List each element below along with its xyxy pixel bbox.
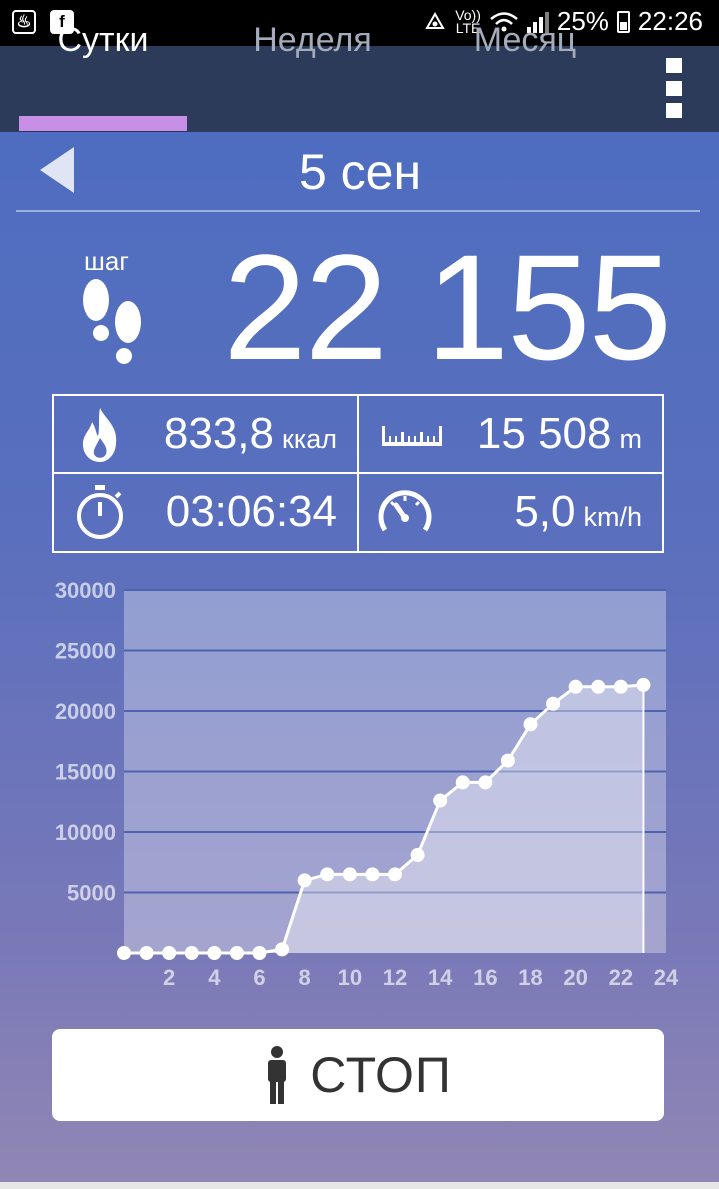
speed-unit: km/h: [583, 502, 642, 532]
distance-value: 15 508: [476, 409, 612, 458]
stop-button[interactable]: СТОП: [52, 1029, 664, 1121]
flame-icon: [82, 408, 117, 462]
x-tick-label: 16: [473, 965, 497, 990]
overflow-menu-icon[interactable]: [660, 58, 688, 118]
data-point: [297, 873, 312, 888]
footprints-icon: [83, 279, 141, 364]
tab-month[interactable]: Месяц: [450, 0, 600, 86]
x-tick-label: 10: [338, 965, 362, 990]
speed-value: 5,0: [514, 487, 576, 536]
stats-grid: 833,8 ккал 15 508 m 03:06:34 5,0 km/h: [52, 394, 664, 553]
distance-unit: m: [619, 424, 643, 454]
ruler-icon: [382, 426, 442, 446]
stop-button-label: СТОП: [310, 1047, 452, 1103]
data-point: [207, 946, 222, 960]
hourly-steps-chart: 500010000150002000025000300002 4 6 8 10 12 14 1…: [55, 578, 679, 990]
calories-unit: ккал: [282, 424, 337, 454]
data-point: [433, 793, 448, 808]
data-point: [162, 946, 177, 960]
y-tick-label: 10000: [55, 820, 116, 845]
data-point: [613, 679, 628, 694]
data-point: [229, 946, 244, 960]
calories-cell: 833,8 ккал: [54, 396, 357, 472]
clock: 22:26: [637, 6, 703, 36]
data-point: [546, 696, 561, 711]
data-saver-icon: [425, 11, 445, 29]
divider: [16, 210, 700, 212]
data-point: [523, 717, 538, 732]
duration-value: 03:06:34: [165, 487, 337, 536]
data-point: [500, 753, 515, 768]
data-point: [342, 867, 357, 882]
x-tick-label: 22: [609, 965, 633, 990]
y-tick-label: 5000: [67, 881, 116, 906]
y-tick-label: 20000: [55, 699, 116, 724]
date-title: 5 сен: [298, 144, 422, 200]
x-tick-label: 4: [208, 965, 221, 990]
x-tick-label: 20: [563, 965, 587, 990]
speedometer-icon: [378, 490, 432, 532]
x-tick-label: 24: [654, 965, 679, 990]
distance-cell: 15 508 m: [359, 396, 662, 472]
previous-day-icon[interactable]: [38, 145, 78, 195]
battery-icon: [616, 10, 630, 33]
x-tick-label: 2: [163, 965, 175, 990]
data-point: [388, 867, 402, 882]
data-point: [252, 946, 267, 960]
x-tick-label: 8: [299, 965, 311, 990]
speed-cell: 5,0 km/h: [359, 474, 662, 550]
tab-day[interactable]: Сутки: [19, 0, 187, 86]
data-point: [139, 946, 154, 960]
x-tick-label: 12: [383, 965, 407, 990]
tab-week[interactable]: Неделя: [225, 0, 400, 86]
person-icon: [268, 1046, 287, 1104]
x-tick-label: 14: [428, 965, 453, 990]
stopwatch-icon: [77, 485, 123, 539]
data-point: [455, 775, 470, 790]
y-tick-label: 25000: [55, 639, 116, 664]
data-point: [478, 775, 493, 790]
y-tick-label: 30000: [55, 578, 116, 603]
data-point: [410, 847, 425, 862]
data-point: [365, 867, 380, 882]
duration-cell: 03:06:34: [54, 474, 357, 550]
data-point: [636, 677, 651, 692]
x-tick-label: 6: [253, 965, 265, 990]
ad-strip: [0, 1182, 719, 1189]
data-point: [117, 946, 131, 960]
data-point: [320, 867, 335, 882]
step-count: 22 155: [223, 223, 672, 391]
y-tick-label: 15000: [55, 760, 116, 785]
data-point: [568, 679, 583, 694]
data-point: [184, 946, 199, 960]
calories-value: 833,8: [163, 409, 274, 458]
x-tick-label: 18: [518, 965, 542, 990]
data-point: [591, 679, 606, 694]
data-point: [275, 942, 290, 957]
steps-label: шаг: [84, 246, 129, 276]
active-tab-indicator: [19, 116, 187, 131]
